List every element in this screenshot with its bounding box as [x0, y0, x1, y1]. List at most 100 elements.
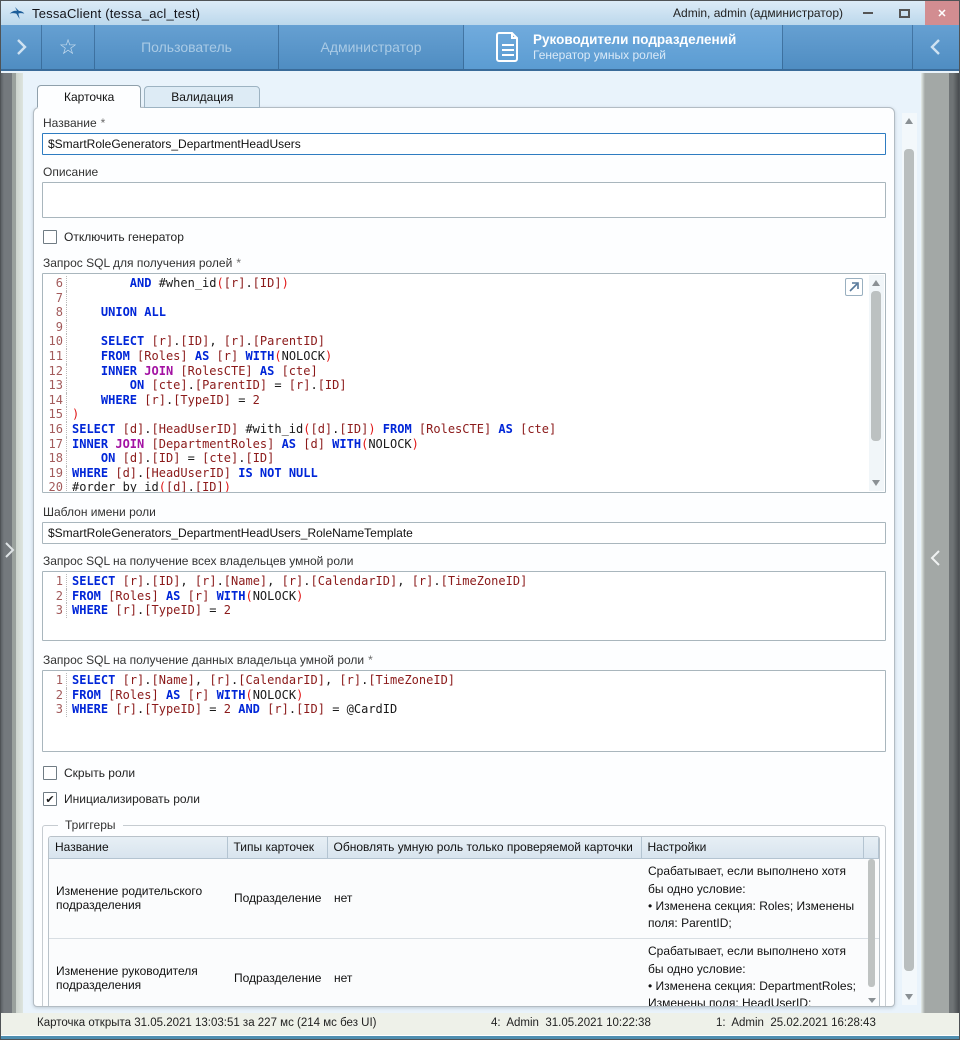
scroll-down-icon	[872, 480, 880, 486]
code-line: 7	[45, 291, 885, 306]
code-line: 11 FROM [Roles] AS [r] WITH(NOLOCK)	[45, 349, 885, 364]
owner-data-sql-label: Запрос SQL на получение данных владельца…	[43, 653, 886, 667]
code-line: 13 ON [cte].[ParentID] = [r].[ID]	[45, 378, 885, 393]
scroll-up-icon	[872, 280, 880, 286]
status-created-info: 1: Admin 25.02.2021 16:28:43	[716, 1017, 876, 1029]
favorites-button[interactable]: ☆	[42, 25, 94, 69]
name-input[interactable]: $SmartRoleGenerators_DepartmentHeadUsers	[42, 133, 886, 155]
maximize-icon	[899, 9, 910, 18]
nav-tab-admin[interactable]: Администратор	[279, 25, 463, 69]
code-line: 19WHERE [d].[HeadUserID] IS NOT NULL	[45, 466, 885, 481]
expand-arrow-icon	[848, 281, 860, 293]
tab-validation[interactable]: Валидация	[144, 86, 260, 108]
checkbox-disable-generator[interactable]: Отключить генератор	[43, 230, 886, 244]
role-name-template-input[interactable]: $SmartRoleGenerators_DepartmentHeadUsers…	[42, 522, 886, 544]
cell-card-types: Подразделение	[227, 938, 327, 1007]
checkbox-box: ✔	[43, 792, 57, 806]
code-line: 16SELECT [d].[HeadUserID] #with_id([d].[…	[45, 422, 885, 437]
owners-sql-label: Запрос SQL на получение всех владельцев …	[43, 554, 886, 568]
close-button[interactable]: ✕	[925, 1, 959, 25]
code-line: 2FROM [Roles] AS [r] WITH(NOLOCK)	[45, 688, 885, 703]
editor-scrollbar[interactable]	[869, 275, 884, 491]
app-window: TessaClient (tessa_acl_test) Admin, admi…	[0, 0, 960, 1040]
nav-tab-active-card[interactable]: Руководители подразделений Генератор умн…	[464, 25, 782, 69]
code-line: 10 SELECT [r].[ID], [r].[ParentID]	[45, 334, 885, 349]
description-label: Описание	[43, 165, 886, 179]
scrollbar-thumb[interactable]	[871, 291, 881, 441]
scrollbar-thumb[interactable]	[904, 149, 914, 971]
table-row[interactable]: Изменение родительского подразделенияПод…	[49, 858, 879, 938]
roles-sql-label: Запрос SQL для получения ролей*	[43, 256, 886, 270]
active-card-title: Руководители подразделений	[533, 31, 736, 48]
status-bar: Карточка открыта 31.05.2021 13:03:51 за …	[1, 1013, 959, 1035]
code-line: 1SELECT [r].[ID], [r].[Name], [r].[Calen…	[45, 574, 885, 589]
maximize-button[interactable]	[891, 1, 917, 25]
nav-back-button[interactable]	[913, 25, 959, 69]
triggers-group-label: Триггеры	[58, 818, 123, 832]
code-line: 15)	[45, 407, 885, 422]
checkbox-box	[43, 766, 57, 780]
expand-editor-button[interactable]	[845, 278, 863, 296]
close-icon: ✕	[937, 7, 946, 20]
card-form-panel: Название* $SmartRoleGenerators_Departmen…	[33, 107, 895, 1007]
code-line: 6 AND #when_id([r].[ID])	[45, 276, 885, 291]
scroll-down-icon	[868, 998, 876, 1003]
owners-sql-editor[interactable]: 1SELECT [r].[ID], [r].[Name], [r].[Calen…	[42, 571, 886, 641]
roles-sql-editor[interactable]: 6 AND #when_id([r].[ID])78 UNION ALL910 …	[42, 273, 886, 493]
code-line: 20#order_by_id([d].[ID])	[45, 480, 885, 493]
main-scrollbar[interactable]	[902, 113, 917, 1005]
nav-tab-user[interactable]: Пользователь	[95, 25, 278, 69]
column-header-spacer	[864, 837, 879, 858]
active-card-subtitle: Генератор умных ролей	[533, 48, 736, 63]
name-label: Название*	[43, 116, 886, 130]
required-mark: *	[368, 653, 373, 667]
required-mark: *	[101, 116, 106, 130]
triggers-table-header: Название Типы карточек Обновлять умную р…	[49, 837, 879, 858]
column-header-name[interactable]: Название	[49, 837, 227, 858]
cell-update-only: нет	[327, 858, 641, 938]
card-tab-strip: Карточка Валидация	[37, 85, 263, 108]
code-line: 3WHERE [r].[TypeID] = 2	[45, 603, 885, 618]
column-header-update-only[interactable]: Обновлять умную роль только проверяемой …	[327, 837, 641, 858]
window-bottom-border	[1, 1035, 959, 1040]
tab-card[interactable]: Карточка	[37, 85, 141, 108]
column-header-settings[interactable]: Настройки	[641, 837, 864, 858]
cell-name: Изменение родительского подразделения	[49, 858, 227, 938]
code-line: 18 ON [d].[ID] = [cte].[ID]	[45, 451, 885, 466]
code-line: 9	[45, 320, 885, 335]
table-scrollbar[interactable]	[868, 859, 877, 1005]
right-panel-expander[interactable]	[921, 73, 959, 1035]
required-mark: *	[236, 256, 241, 270]
current-user-label: Admin, admin (администратор)	[673, 1, 843, 25]
description-input[interactable]	[42, 182, 886, 218]
triggers-table: Название Типы карточек Обновлять умную р…	[48, 836, 880, 1007]
column-header-card-types[interactable]: Типы карточек	[227, 837, 327, 858]
star-icon: ☆	[59, 35, 78, 60]
status-modified-info: 4: Admin 31.05.2021 10:22:38	[491, 1017, 651, 1029]
table-row[interactable]: Изменение руководителя подразделенияПодр…	[49, 938, 879, 1007]
cell-settings: Срабатывает, если выполнено хотя бы одно…	[641, 858, 864, 938]
checkbox-init-roles[interactable]: ✔ Инициализировать роли	[43, 792, 886, 806]
left-panel-expander[interactable]	[1, 73, 23, 1035]
tessa-logo-icon	[9, 6, 25, 20]
scroll-up-icon	[905, 118, 913, 124]
minimize-button[interactable]	[855, 1, 881, 25]
chevron-left-icon	[930, 37, 942, 57]
chevron-right-icon	[2, 541, 16, 559]
code-line: 1SELECT [r].[Name], [r].[CalendarID], [r…	[45, 673, 885, 688]
scrollbar-thumb[interactable]	[868, 859, 875, 987]
triggers-groupbox: Триггеры Название Типы карточек Обновлят…	[42, 818, 886, 1007]
top-nav-bar: ☆ Пользователь Администратор Руководител…	[1, 25, 959, 71]
code-line: 14 WHERE [r].[TypeID] = 2	[45, 393, 885, 408]
owner-data-sql-editor[interactable]: 1SELECT [r].[Name], [r].[CalendarID], [r…	[42, 670, 886, 752]
cell-settings: Срабатывает, если выполнено хотя бы одно…	[641, 938, 864, 1007]
status-card-opened: Карточка открыта 31.05.2021 13:03:51 за …	[37, 1017, 377, 1029]
nav-forward-button[interactable]	[1, 25, 41, 69]
window-title: TessaClient (tessa_acl_test)	[32, 6, 200, 21]
checkbox-box	[43, 230, 57, 244]
code-line: 3WHERE [r].[TypeID] = 2 AND [r].[ID] = @…	[45, 702, 885, 717]
document-icon	[496, 32, 520, 62]
cell-card-types: Подразделение	[227, 858, 327, 938]
scroll-down-icon	[905, 994, 913, 1000]
checkbox-hide-roles[interactable]: Скрыть роли	[43, 766, 886, 780]
